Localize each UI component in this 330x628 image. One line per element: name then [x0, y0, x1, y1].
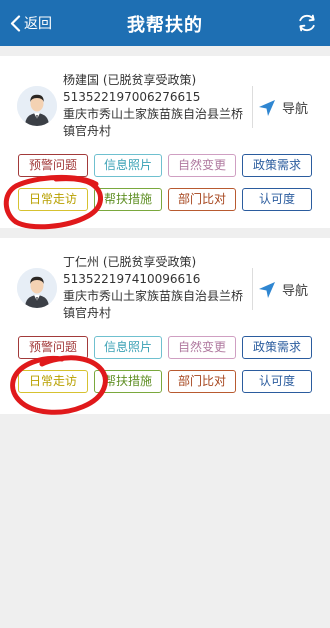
- tag-natural-change[interactable]: 自然变更: [168, 154, 236, 177]
- tag-photos[interactable]: 信息照片: [94, 336, 162, 359]
- tag-dept-compare[interactable]: 部门比对: [168, 188, 236, 211]
- empty-area: [0, 414, 330, 628]
- tag-natural-change[interactable]: 自然变更: [168, 336, 236, 359]
- navigation-button[interactable]: 导航: [258, 98, 308, 117]
- navigation-label: 导航: [282, 102, 309, 117]
- tag-policy-needs[interactable]: 政策需求: [242, 154, 312, 177]
- household-name: 丁仁州 (已脱贫享受政策): [63, 255, 197, 269]
- list-container: 杨建国 (已脱贫享受政策) 513522197006276615 重庆市秀山土家…: [0, 46, 330, 414]
- tag-daily-visit[interactable]: 日常走访: [18, 188, 88, 211]
- person-avatar-icon: [17, 86, 57, 126]
- navigation-arrow-icon: [259, 281, 275, 298]
- person-avatar-icon: [17, 268, 57, 308]
- tag-warning[interactable]: 预警问题: [18, 336, 88, 359]
- avatar: [17, 86, 57, 126]
- tag-assist-measures[interactable]: 帮扶措施: [94, 188, 162, 211]
- divider: [0, 46, 330, 56]
- tag-dept-compare[interactable]: 部门比对: [168, 370, 236, 393]
- household-card[interactable]: 丁仁州 (已脱贫享受政策) 513522197410096616 重庆市秀山土家…: [0, 238, 330, 410]
- household-name: 杨建国 (已脱贫享受政策): [63, 73, 197, 87]
- address: 重庆市秀山土家族苗族自治县兰桥镇官舟村: [63, 289, 244, 320]
- top-bar: 返回 我帮扶的: [0, 0, 330, 46]
- refresh-icon: [299, 14, 315, 32]
- avatar: [17, 268, 57, 308]
- navigation-arrow-icon: [259, 99, 275, 116]
- tag-warning[interactable]: 预警问题: [18, 154, 88, 177]
- address: 重庆市秀山土家族苗族自治县兰桥镇官舟村: [63, 107, 244, 138]
- divider: [252, 268, 253, 310]
- id-number: 513522197006276615: [63, 90, 201, 104]
- id-number: 513522197410096616: [63, 272, 201, 286]
- divider: [252, 86, 253, 128]
- navigation-label: 导航: [282, 284, 309, 299]
- tag-photos[interactable]: 信息照片: [94, 154, 162, 177]
- tag-assist-measures[interactable]: 帮扶措施: [94, 370, 162, 393]
- household-card[interactable]: 杨建国 (已脱贫享受政策) 513522197006276615 重庆市秀山土家…: [0, 56, 330, 228]
- page-title: 我帮扶的: [127, 15, 203, 36]
- navigation-button[interactable]: 导航: [258, 280, 308, 299]
- refresh-button[interactable]: [296, 12, 318, 34]
- tag-recognition[interactable]: 认可度: [242, 188, 312, 211]
- household-info: 杨建国 (已脱贫享受政策) 513522197006276615 重庆市秀山土家…: [63, 72, 253, 140]
- tag-policy-needs[interactable]: 政策需求: [242, 336, 312, 359]
- tag-daily-visit[interactable]: 日常走访: [18, 370, 88, 393]
- household-info: 丁仁州 (已脱贫享受政策) 513522197410096616 重庆市秀山土家…: [63, 254, 253, 322]
- tag-recognition[interactable]: 认可度: [242, 370, 312, 393]
- divider: [0, 228, 330, 238]
